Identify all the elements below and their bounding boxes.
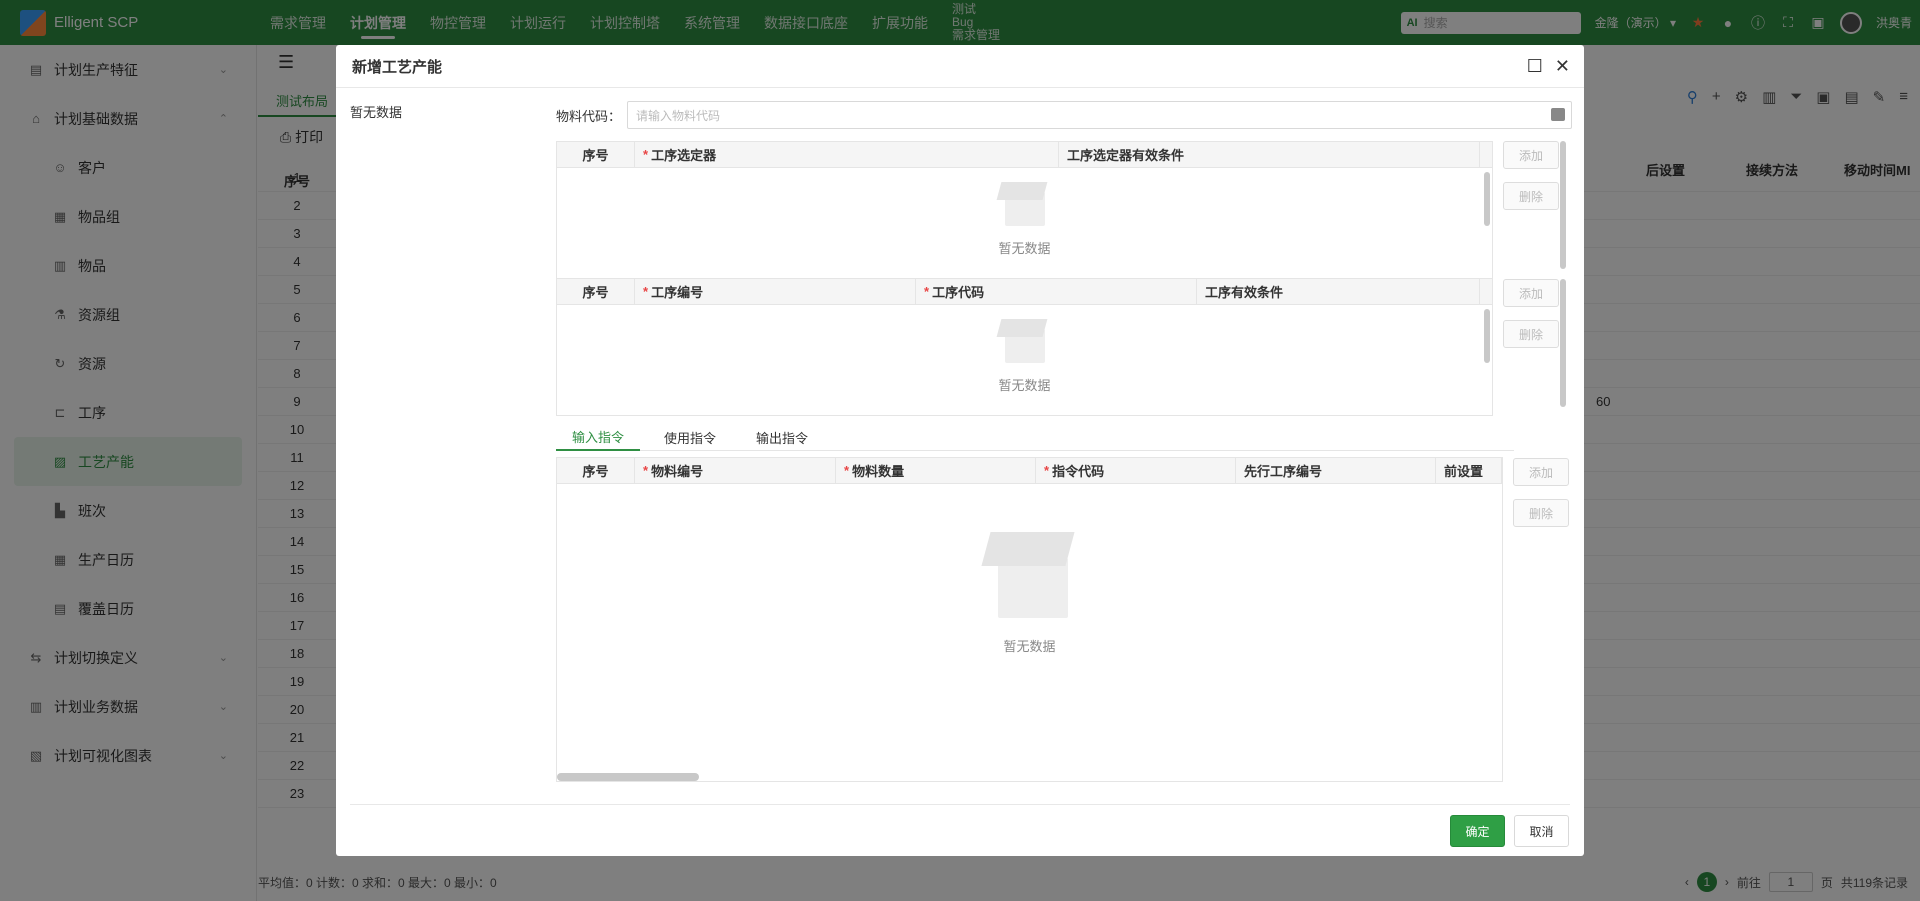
left-panel-empty: 暂无数据 <box>350 105 403 120</box>
col-process-code: * 工序代码 <box>916 279 1197 304</box>
grid3-add-button[interactable]: 添加 <box>1513 458 1569 486</box>
grid3-delete-button[interactable]: 删除 <box>1513 499 1569 527</box>
required-mark: * <box>844 463 850 478</box>
col-pre-setup: 前设置 <box>1436 458 1502 483</box>
scrollbar[interactable] <box>1484 309 1490 363</box>
col-label: 物料编号 <box>651 464 704 479</box>
grid-header: 序号 * 工序编号 * 工序代码 工序有效条件 <box>557 279 1492 305</box>
picker-icon[interactable] <box>1551 108 1566 121</box>
instruction-tabs: 输入指令 使用指令 输出指令 <box>556 423 1514 451</box>
empty-box-icon <box>996 182 1053 230</box>
empty-box-icon <box>996 319 1053 367</box>
modal-dialog: 新增工艺产能 ☐ ✕ 暂无数据 物料代码： 请输入物料代码 序号 * 工序选定器 … <box>336 45 1584 856</box>
process-selector-grid: 序号 * 工序选定器 工序选定器有效条件 暂无数据 <box>556 141 1493 279</box>
outer-scrollbar[interactable] <box>1560 141 1566 269</box>
col-seq: 序号 <box>557 142 635 167</box>
grid1-add-button[interactable]: 添加 <box>1503 141 1559 169</box>
grid1-delete-button[interactable]: 删除 <box>1503 182 1559 210</box>
empty-state: 暂无数据 <box>557 528 1502 655</box>
col-material-quantity: * 物料数量 <box>836 458 1036 483</box>
col-process-number: * 工序编号 <box>635 279 916 304</box>
empty-text: 暂无数据 <box>998 378 1051 393</box>
col-label: 物料数量 <box>852 464 905 479</box>
empty-text: 暂无数据 <box>1003 639 1056 654</box>
col-label: 指令代码 <box>1052 464 1105 479</box>
cancel-button[interactable]: 取消 <box>1514 815 1569 847</box>
scrollbar[interactable] <box>1484 172 1490 226</box>
grid-header: 序号 * 物料编号 * 物料数量 * 指令代码 先行工序编号 前设置 <box>557 458 1502 484</box>
horizontal-scrollbar[interactable] <box>557 773 699 781</box>
col-process-selector: * 工序选定器 <box>635 142 1059 167</box>
col-predecessor-process: 先行工序编号 <box>1236 458 1436 483</box>
material-code-label: 物料代码： <box>556 108 622 124</box>
col-instruction-code: * 指令代码 <box>1036 458 1236 483</box>
col-material-number: * 物料编号 <box>635 458 836 483</box>
tab-input-instruction[interactable]: 输入指令 <box>556 423 641 451</box>
confirm-button[interactable]: 确定 <box>1450 815 1505 847</box>
tab-use-instruction[interactable]: 使用指令 <box>648 423 732 451</box>
col-label: 工序代码 <box>932 285 985 300</box>
empty-state: 暂无数据 <box>557 182 1492 257</box>
material-code-input[interactable]: 请输入物料代码 <box>627 101 1573 129</box>
col-label: 工序编号 <box>651 285 704 300</box>
required-mark: * <box>643 147 649 162</box>
maximize-icon[interactable]: ☐ <box>1527 56 1543 76</box>
grid2-add-button[interactable]: 添加 <box>1503 279 1559 307</box>
empty-box-icon <box>980 528 1080 628</box>
footer-divider <box>350 804 1570 805</box>
grid-header: 序号 * 工序选定器 工序选定器有效条件 <box>557 142 1492 168</box>
tab-output-instruction[interactable]: 输出指令 <box>740 423 824 451</box>
col-label: 工序选定器 <box>651 148 717 163</box>
required-mark: * <box>643 284 649 299</box>
modal-header: 新增工艺产能 ☐ ✕ <box>336 45 1584 88</box>
close-icon[interactable]: ✕ <box>1555 56 1570 76</box>
required-mark: * <box>643 463 649 478</box>
process-code-grid: 序号 * 工序编号 * 工序代码 工序有效条件 暂无数据 <box>556 278 1493 416</box>
col-selector-condition: 工序选定器有效条件 <box>1059 142 1480 167</box>
empty-state: 暂无数据 <box>557 319 1492 394</box>
material-code-field: 物料代码： 请输入物料代码 <box>556 101 1573 129</box>
outer-scrollbar[interactable] <box>1560 279 1566 407</box>
col-process-condition: 工序有效条件 <box>1197 279 1480 304</box>
required-mark: * <box>1044 463 1050 478</box>
col-seq: 序号 <box>557 458 635 483</box>
col-seq: 序号 <box>557 279 635 304</box>
required-mark: * <box>924 284 930 299</box>
instruction-grid: 序号 * 物料编号 * 物料数量 * 指令代码 先行工序编号 前设置 暂无数据 <box>556 457 1503 782</box>
material-code-placeholder: 请输入物料代码 <box>636 108 721 123</box>
grid2-delete-button[interactable]: 删除 <box>1503 320 1559 348</box>
modal-title: 新增工艺产能 <box>352 58 443 76</box>
empty-text: 暂无数据 <box>998 241 1051 256</box>
